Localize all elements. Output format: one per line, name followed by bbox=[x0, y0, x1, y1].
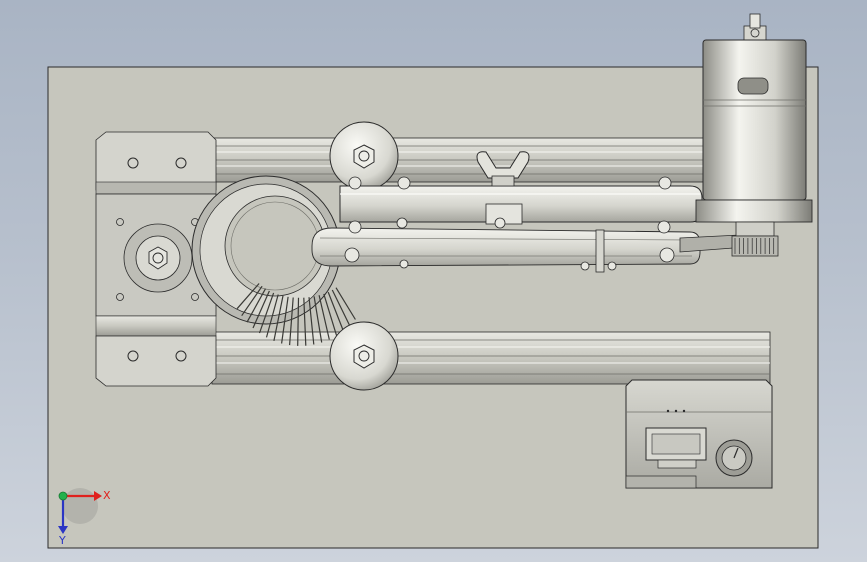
aluminum-extrusion-rail-bottom[interactable] bbox=[211, 331, 771, 385]
cad-viewport[interactable]: X Y bbox=[0, 0, 867, 562]
aluminum-extrusion-rail-top[interactable] bbox=[211, 137, 705, 183]
triad-z-axis bbox=[58, 491, 68, 501]
triad-y-label: Y bbox=[58, 534, 66, 547]
idler-roller-top[interactable] bbox=[329, 121, 399, 191]
spring-fin bbox=[297, 297, 300, 346]
idler-roller-bottom[interactable] bbox=[329, 321, 399, 391]
motor-controller-box[interactable] bbox=[625, 379, 773, 489]
triad-x-label: X bbox=[103, 489, 111, 502]
dc-motor[interactable] bbox=[695, 13, 813, 257]
model-canvas[interactable]: X Y bbox=[0, 0, 867, 562]
